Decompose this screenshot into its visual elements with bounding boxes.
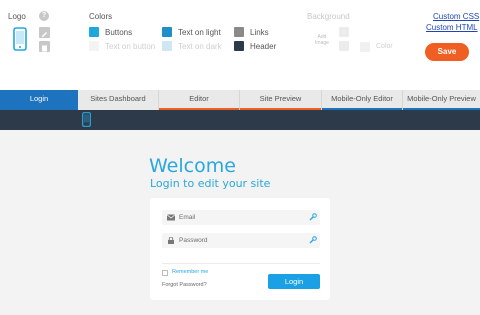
remember-me-label[interactable]: Remember me [172,269,208,275]
tab-editor[interactable]: Editor [159,90,240,110]
swatch-color[interactable] [234,27,244,37]
settings-panel: Logo ? Colors Buttons Text on light Link… [0,0,480,90]
lock-icon [168,237,174,244]
help-icon[interactable]: ? [39,11,49,21]
swatch-color[interactable] [162,41,172,51]
phone-icon[interactable] [13,27,27,51]
custom-html-link[interactable]: Custom HTML [426,23,478,32]
colors-label: Colors [89,12,113,21]
swatch-label: Header [250,41,277,51]
tab-sites-dashboard[interactable]: Sites Dashboard [78,90,159,110]
background-color-swatch[interactable] [360,42,370,52]
swatch-color[interactable] [162,27,172,37]
swatch-label: Links [250,27,269,37]
swatch-text-on-button[interactable]: Text on button [89,41,155,51]
custom-css-link[interactable]: Custom CSS [433,12,479,21]
pencil-icon[interactable] [39,27,50,38]
save-button[interactable]: Save [425,43,469,61]
welcome-subtitle: Login to edit your site [150,177,271,190]
background-color-label: Color [376,43,393,50]
login-page: Welcome Login to edit your site Email Re… [0,130,480,315]
swatch-text-on-dark[interactable]: Text on dark [162,41,222,51]
swatch-color[interactable] [234,41,244,51]
site-header-strip [0,110,480,130]
tab-bar: Login Sites Dashboard Editor Site Previe… [0,90,480,110]
login-card: Remember me Forgot Password? Login [150,198,330,300]
logo-label: Logo [8,12,26,21]
password-field[interactable] [162,233,320,248]
password-input[interactable] [179,233,299,248]
swatch-text-on-light[interactable]: Text on light [162,27,221,37]
image-edit-icon[interactable] [339,27,349,37]
image-remove-icon[interactable] [339,41,349,51]
tab-mobile-only-preview[interactable]: Mobile-Only Preview [403,90,480,110]
swatch-label: Text on dark [178,41,222,51]
tab-mobile-only-editor[interactable]: Mobile-Only Editor [322,90,403,110]
swatch-color[interactable] [89,41,99,51]
swatch-label: Text on light [178,27,221,37]
tab-login[interactable]: Login [0,90,78,110]
tab-label: Mobile-Only Editor [331,94,393,103]
document-icon[interactable] [39,41,50,52]
background-label: Background [307,12,350,21]
wrench-icon[interactable] [309,213,317,221]
email-input[interactable] [179,210,299,225]
tab-label: Login [29,94,49,103]
tab-label: Site Preview [259,94,302,103]
swatch-label: Text on button [105,41,156,51]
forgot-password-link[interactable]: Forgot Password? [162,282,207,288]
remember-me-checkbox[interactable] [162,270,168,276]
swatch-links[interactable]: Links [234,27,269,37]
swatch-header[interactable]: Header [234,41,276,51]
swatch-color[interactable] [89,27,99,37]
swatch-label: Buttons [105,27,133,37]
tab-site-preview[interactable]: Site Preview [240,90,322,110]
email-field[interactable] [162,210,320,225]
mobile-preview-icon[interactable] [82,112,91,127]
tab-label: Sites Dashboard [90,94,146,103]
welcome-title: Welcome [149,155,236,177]
add-image-label[interactable]: Add Image [313,34,331,46]
envelope-icon [167,214,175,221]
tab-label: Editor [189,94,209,103]
divider [162,263,320,264]
login-button[interactable]: Login [268,274,320,289]
tab-label: Mobile-Only Preview [407,94,476,103]
swatch-buttons[interactable]: Buttons [89,27,132,37]
wrench-icon[interactable] [309,236,317,244]
